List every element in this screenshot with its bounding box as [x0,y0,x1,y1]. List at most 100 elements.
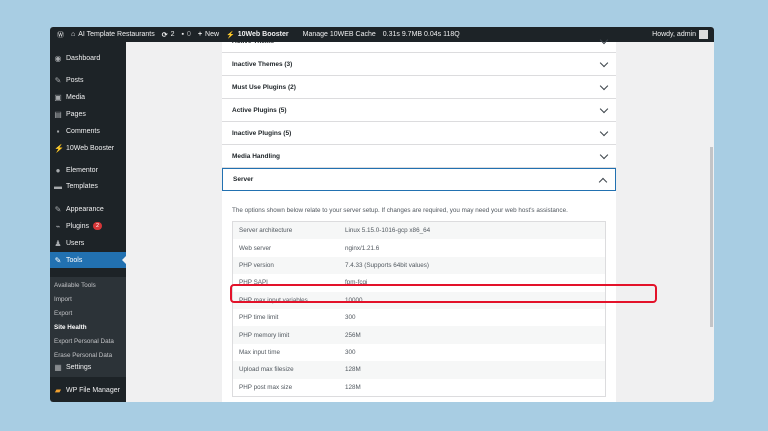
plus-icon: + [197,31,203,38]
chevron-down-icon [599,127,609,137]
settings-icon: ▦ [54,362,62,372]
booster-icon: ⚡ [54,143,64,153]
row-value: nginx/1.21.6 [345,244,380,252]
row-label: PHP memory limit [239,331,290,339]
scrollbar[interactable] [710,147,713,327]
accordion-title: Inactive Themes (3) [232,60,293,68]
sidebar-item-label: Posts [66,76,84,84]
media-icon: ▣ [54,92,62,102]
accordion-title: Must Use Plugins (2) [232,83,296,91]
sidebar-item-templates[interactable]: ▬ Templates [50,178,126,194]
comment-icon: ▪ [56,126,60,136]
sidebar-item-pages[interactable]: ▤ Pages [50,106,126,122]
accordion-active-plugins-5-[interactable]: Active Plugins (5) [222,99,616,122]
sidebar-item-comments[interactable]: ▪ Comments [50,123,126,139]
row-label: PHP time limit [239,314,279,322]
sidebar-item-settings[interactable]: ▦ Settings [50,359,126,375]
update-count-badge: 2 [92,222,103,230]
accordion-title: Inactive Plugins (5) [232,129,292,137]
row-value: 128M [345,366,361,374]
avatar [699,30,708,39]
row-label: PHP post max size [239,383,293,391]
sidebar-item-label: Plugins [66,222,89,230]
sidebar-item-label: Elementor [66,166,98,174]
table-row: Web server nginx/1.21.6 [233,239,605,256]
plugin-icon: ⌁ [55,221,61,231]
sidebar-item-label: Appearance [66,205,104,213]
sidebar-item-media[interactable]: ▣ Media [50,89,126,105]
sidebar-item-label: WP File Manager [66,386,120,394]
row-label: Web server [239,244,272,252]
row-label: Server architecture [239,227,293,235]
chevron-down-icon [599,58,609,68]
new-content-link[interactable]: + New [198,31,219,38]
table-row: PHP post max size 128M [233,379,605,396]
pages-icon: ▤ [54,109,62,119]
sidebar-item-posts[interactable]: ✎ Posts [50,72,126,88]
table-row: Upload max filesize 128M [233,361,605,379]
submenu-available-tools[interactable]: Available Tools [54,282,96,289]
sidebar-item-elementor[interactable]: ● Elementor [50,162,126,178]
refresh-icon: ⟳ [161,31,168,39]
table-row: Max input time 300 [233,344,605,361]
sidebar-item-appearance[interactable]: ✎ Appearance [50,201,126,217]
sidebar-item-tools[interactable]: ✎ Tools [50,252,126,268]
account-menu[interactable]: Howdy, admin [652,30,708,39]
file-manager-icon: ▰ [54,385,62,395]
accordion-title: Active Theme [232,37,275,45]
accordion-inactive-plugins-5-[interactable]: Inactive Plugins (5) [222,122,616,145]
sidebar-item-label: Dashboard [66,54,101,62]
submenu-site-health[interactable]: Site Health [54,324,87,331]
row-label: Upload max filesize [239,366,294,374]
accordion-title: Media Handling [232,152,281,160]
accordion-must-use-plugins-2-[interactable]: Must Use Plugins (2) [222,76,616,99]
accordion-title: Server [233,176,254,183]
accordion-active-theme[interactable]: Active Theme [222,30,616,53]
sidebar-item-label: Pages [66,110,86,118]
accordion-server[interactable]: Server [222,168,616,191]
browser-window: Ⓦ ⌂ AI Template Restaurants ⟳ 2 ▪ 0 + New ⚡ 1… [50,27,714,402]
server-info-table: Server architecture Linux 5.15.0-1016-gcp… [232,221,606,397]
submenu-export-personal-data[interactable]: Export Personal Data [54,338,114,345]
sidebar-item-dashboard[interactable]: ◉ Dashboard [50,50,126,66]
site-health-panel: The options shown below relate to your s… [222,35,616,402]
sidebar-item-wp-file-manager[interactable]: ▰ WP File Manager [50,382,126,398]
php-version-highlight [230,284,657,303]
comment-icon: ▪ [181,31,185,38]
dashboard-icon: ◉ [54,53,62,63]
wrench-icon: ✎ [54,255,62,265]
row-value: 300 [345,314,356,322]
submenu-erase-personal-data[interactable]: Erase Personal Data [54,352,112,359]
table-row: PHP memory limit 256M [233,326,605,344]
row-value: Linux 5.15.0-1016-gcp x86_64 [345,227,431,235]
sidebar-item-users[interactable]: ♟ Users [50,235,126,251]
elementor-icon: ● [55,165,61,175]
chevron-up-icon [598,177,608,187]
home-icon: ⌂ [71,31,76,38]
site-name-link[interactable]: ⌂ AI Template Restaurants [71,31,155,38]
chevron-down-icon [599,35,609,45]
sidebar-item-label: 10Web Booster [66,144,115,152]
chevron-down-icon [599,104,609,114]
accordion-media-handling[interactable]: Media Handling [222,145,616,168]
row-value: 128M [345,383,361,391]
sidebar-item-plugins[interactable]: ⌁ Plugins 2 [50,218,126,234]
comments-link[interactable]: ▪ 0 [182,31,191,38]
sidebar-item-label: Templates [66,182,98,190]
row-value: 300 [345,348,356,356]
row-value: 256M [345,331,361,339]
chevron-down-icon [599,81,609,91]
wordpress-logo-icon[interactable]: Ⓦ [57,30,64,40]
sidebar-item-label: Settings [66,363,92,371]
submenu-export[interactable]: Export [54,310,72,317]
accordion-title: Active Plugins (5) [232,106,287,114]
sidebar-item-label: Media [66,93,86,101]
users-icon: ♟ [54,238,62,248]
sidebar-item-10web-booster[interactable]: ⚡ 10Web Booster [50,140,126,156]
row-label: Max input time [239,348,280,356]
brush-icon: ✎ [54,204,62,214]
updates-link[interactable]: ⟳ 2 [162,31,175,39]
submenu-import[interactable]: Import [54,296,72,303]
admin-sidebar: Available Tools Import Export Site Health Ex… [50,42,126,402]
accordion-inactive-themes-3-[interactable]: Inactive Themes (3) [222,53,616,76]
